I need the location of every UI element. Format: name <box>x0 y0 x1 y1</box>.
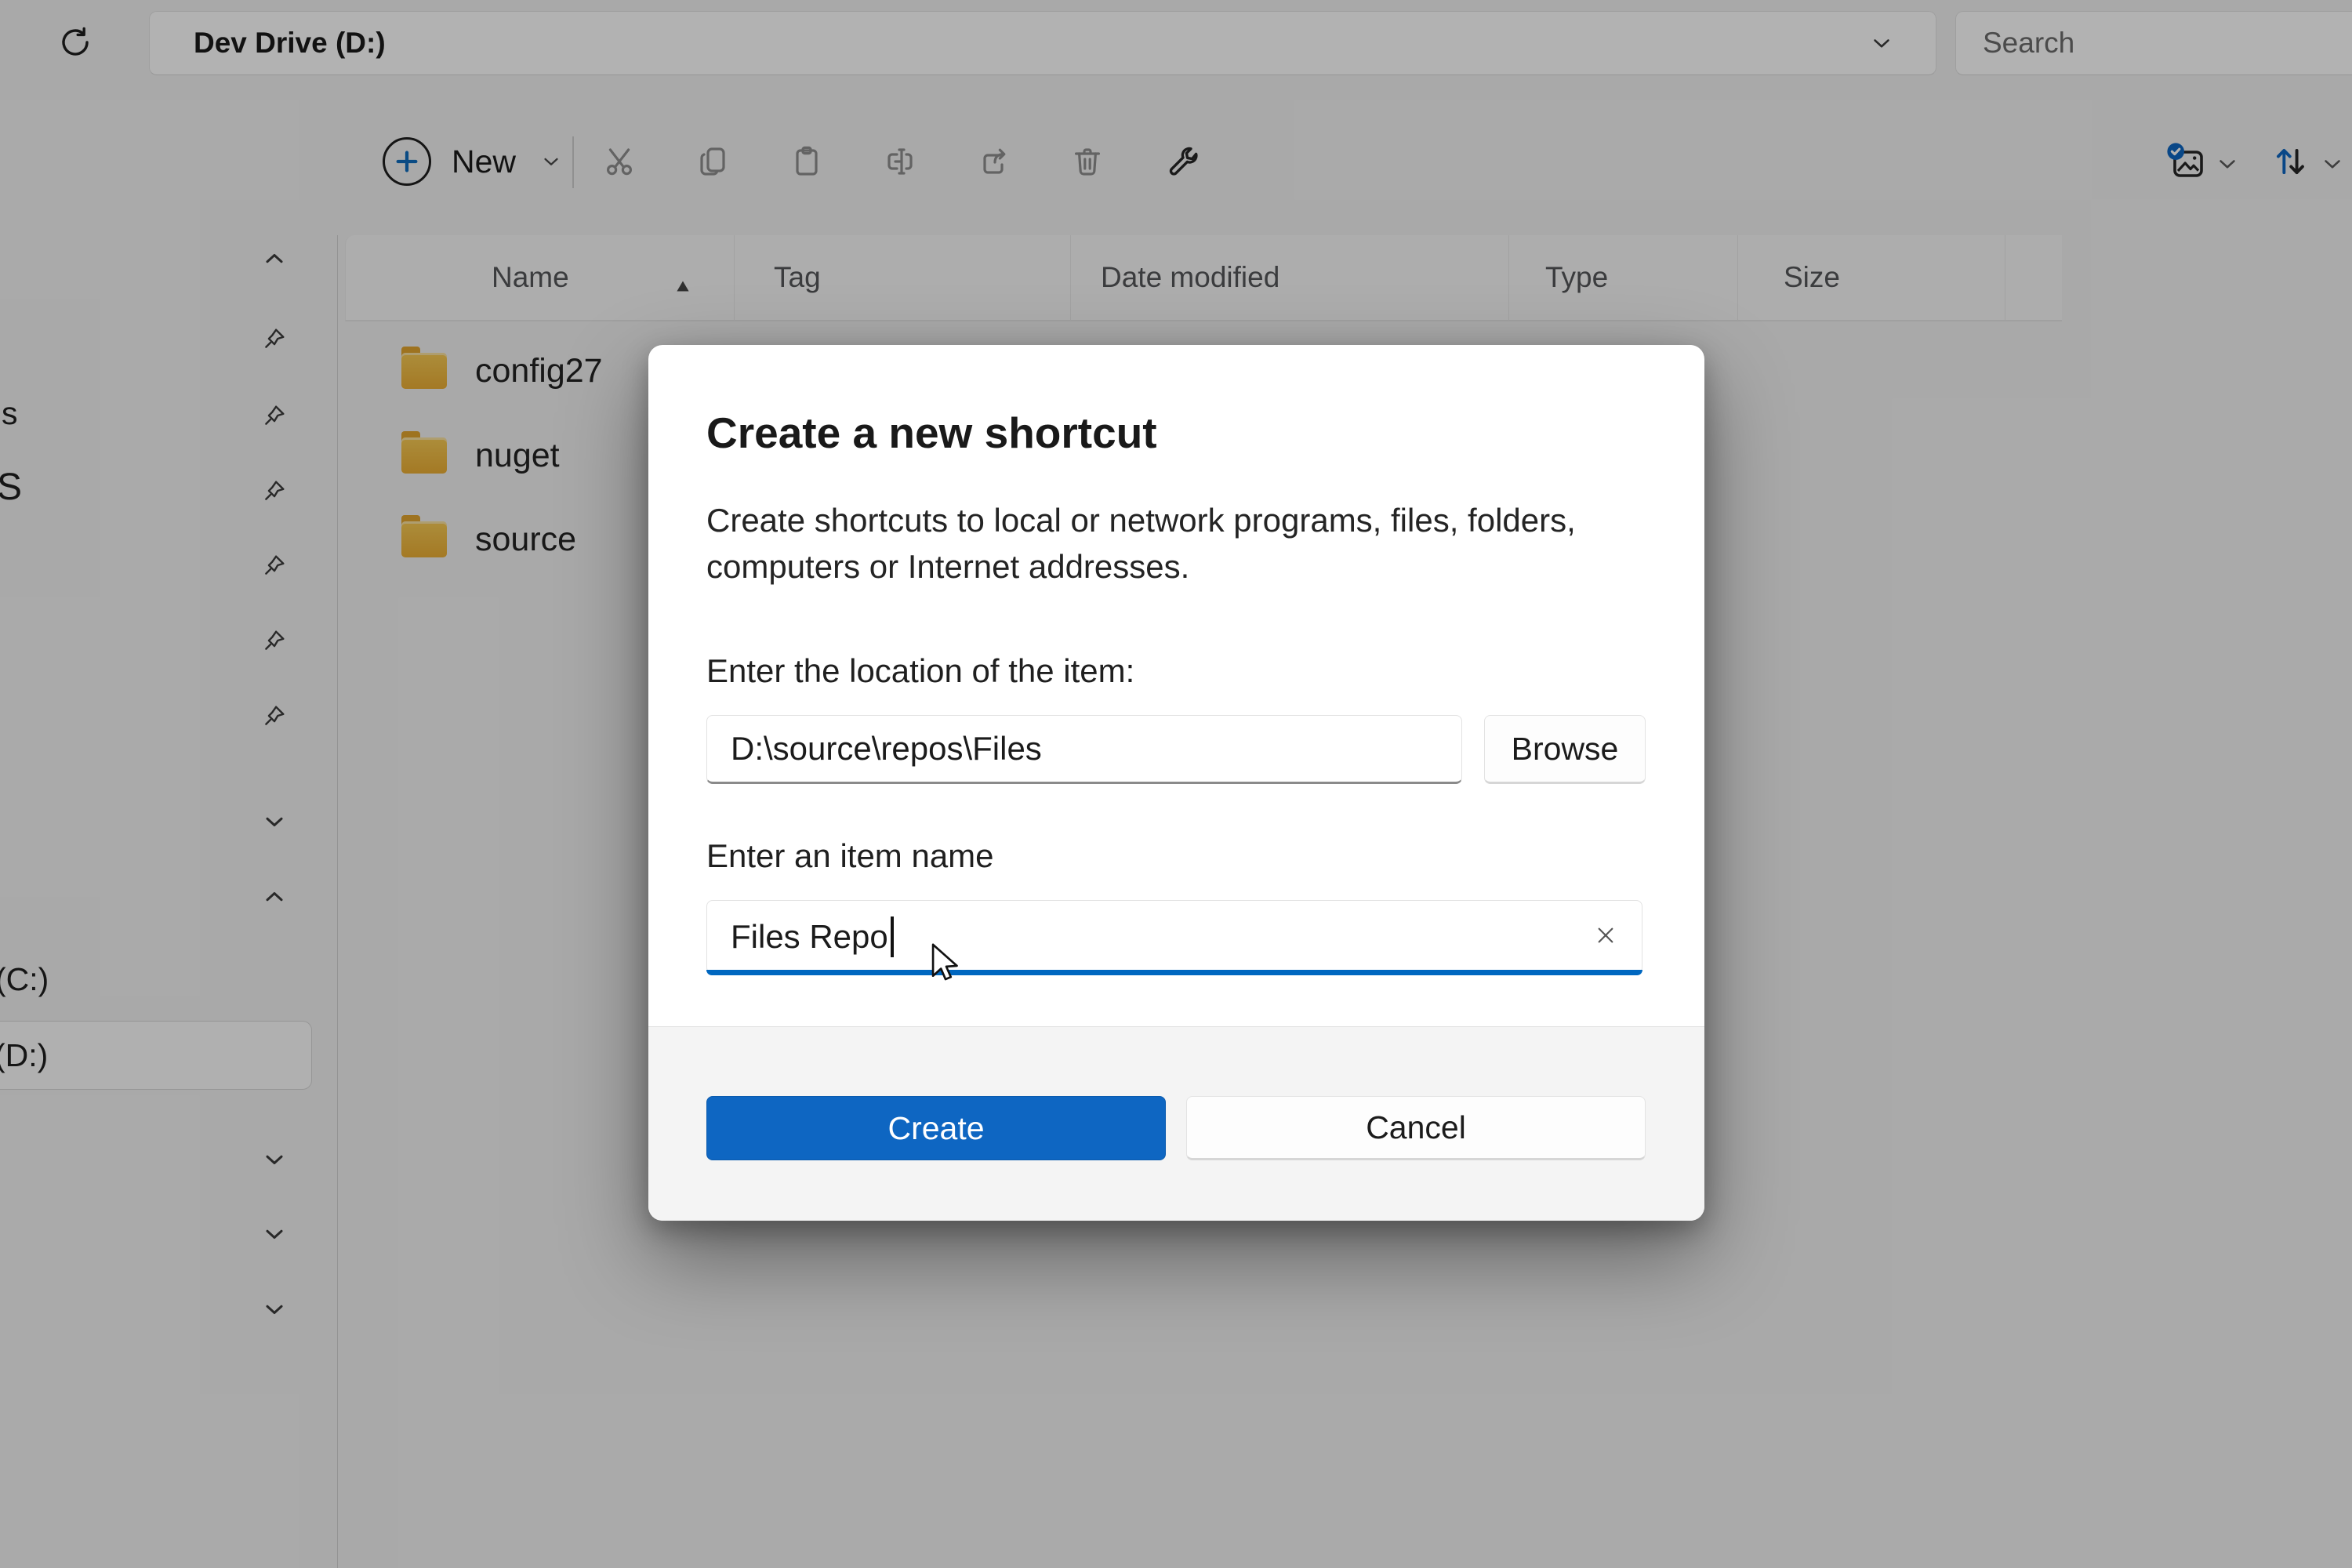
item-name-label: Enter an item name <box>706 837 994 875</box>
cancel-button-label: Cancel <box>1366 1109 1466 1145</box>
browse-button-label: Browse <box>1512 731 1619 767</box>
dialog-footer: Create Cancel <box>648 1026 1704 1221</box>
clear-icon[interactable] <box>1590 920 1621 951</box>
create-shortcut-dialog: Create a new shortcut Create shortcuts t… <box>648 345 1704 1221</box>
location-label: Enter the location of the item: <box>706 652 1134 690</box>
dialog-description: Create shortcuts to local or network pro… <box>706 497 1616 590</box>
item-name-value: Files Repo <box>731 918 888 956</box>
create-button-label: Create <box>887 1110 984 1146</box>
dialog-title: Create a new shortcut <box>706 408 1157 458</box>
focus-underline <box>706 970 1642 975</box>
create-button[interactable]: Create <box>706 1096 1166 1160</box>
location-input[interactable] <box>706 715 1462 784</box>
item-name-input[interactable]: Files Repo <box>706 900 1642 974</box>
file-explorer-window: Dev Drive (D:) New <box>0 0 2352 1568</box>
cancel-button[interactable]: Cancel <box>1186 1096 1646 1160</box>
browse-button[interactable]: Browse <box>1484 715 1646 784</box>
text-caret <box>891 916 894 957</box>
